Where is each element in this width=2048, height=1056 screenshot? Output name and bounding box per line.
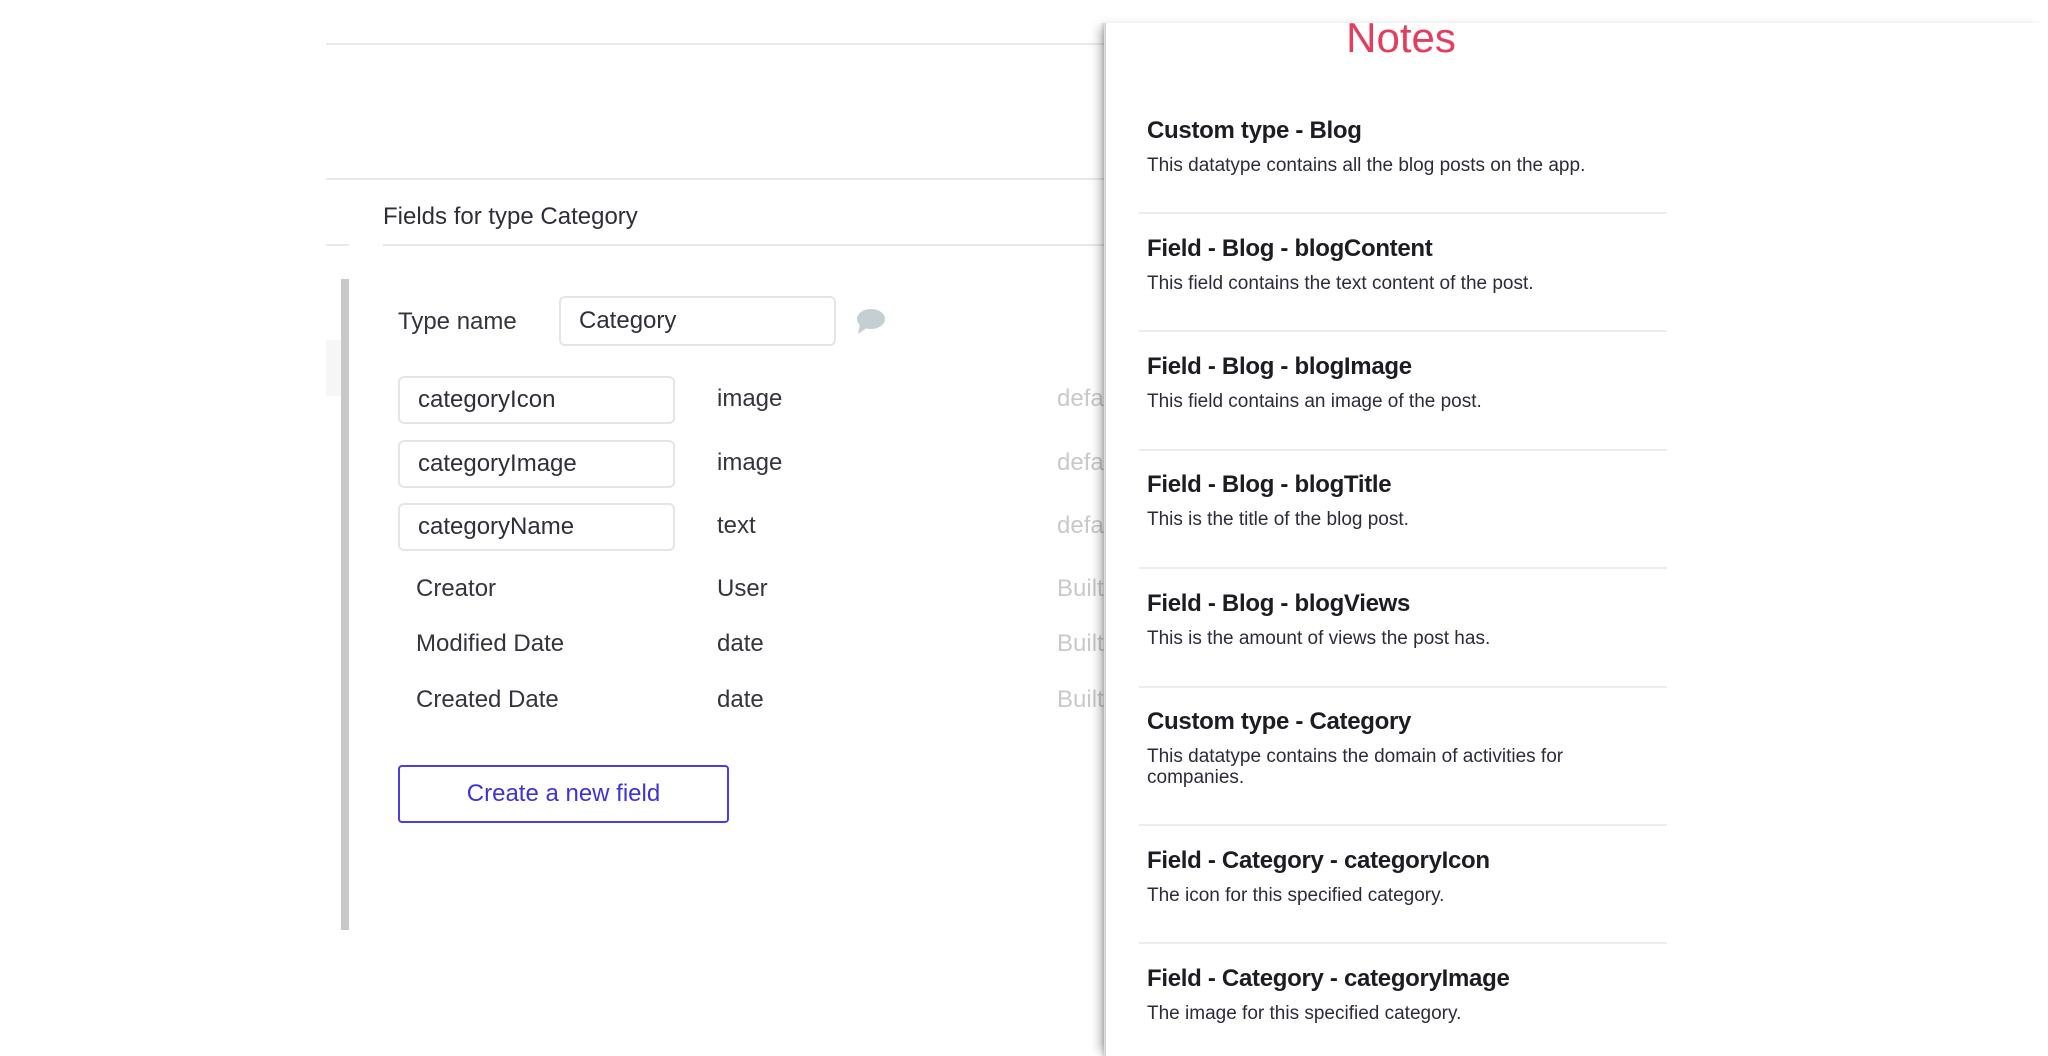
section-title-underline-left xyxy=(326,244,349,246)
section-title-underline xyxy=(383,244,1104,246)
field-name-value: categoryImage xyxy=(418,450,577,477)
field-default: defa xyxy=(1057,385,1104,412)
builtin-field-note: Built xyxy=(1057,686,1104,713)
create-new-field-button[interactable]: Create a new field xyxy=(398,765,729,823)
note-separator xyxy=(1139,942,1667,944)
note-description: This datatype contains the domain of act… xyxy=(1147,746,1564,788)
builtin-field-type: User xyxy=(717,575,768,602)
note-description: This is the title of the blog post. xyxy=(1147,509,1409,530)
note-title: Custom type - Category xyxy=(1147,708,1412,735)
builtin-field-type: date xyxy=(717,630,764,657)
section-divider xyxy=(326,178,1104,180)
top-divider xyxy=(326,43,1104,45)
note-title: Custom type - Blog xyxy=(1147,117,1362,144)
note-title: Field - Category - categoryIcon xyxy=(1147,847,1490,874)
notes-panel-shadow xyxy=(1100,23,1106,1056)
note-description: This field contains the text content of … xyxy=(1147,273,1534,294)
field-type[interactable]: image xyxy=(717,385,782,413)
note-item[interactable]: Field - Blog - blogViews This is the amo… xyxy=(1147,590,1667,649)
field-name-value: categoryName xyxy=(418,513,575,540)
builtin-field-name: Created Date xyxy=(416,686,559,713)
field-default: defa xyxy=(1057,512,1104,539)
note-item[interactable]: Custom type - Category This datatype con… xyxy=(1147,708,1667,788)
field-type[interactable]: image xyxy=(717,449,782,477)
note-description: This is the amount of views the post has… xyxy=(1147,628,1491,649)
note-separator xyxy=(1139,449,1667,451)
note-description: The icon for this specified category. xyxy=(1147,885,1445,906)
field-name-input[interactable]: categoryName xyxy=(398,503,675,551)
builtin-field-note: Built xyxy=(1057,630,1104,657)
note-separator xyxy=(1139,686,1667,688)
builtin-field-note: Built xyxy=(1057,575,1104,602)
note-separator xyxy=(1139,567,1667,569)
note-title: Field - Blog - blogImage xyxy=(1147,353,1412,380)
note-description: This field contains an image of the post… xyxy=(1147,391,1482,412)
left-tab-stub xyxy=(326,340,341,396)
note-title: Field - Blog - blogContent xyxy=(1147,235,1433,262)
note-item[interactable]: Field - Blog - blogContent This field co… xyxy=(1147,235,1667,294)
note-description: This datatype contains all the blog post… xyxy=(1147,155,1586,176)
note-description: The image for this specified category. xyxy=(1147,1003,1462,1024)
type-panel-border xyxy=(341,279,349,930)
field-type[interactable]: text xyxy=(717,512,756,540)
note-separator xyxy=(1139,824,1667,826)
field-name-input[interactable]: categoryIcon xyxy=(398,376,675,424)
note-item[interactable]: Custom type - Blog This datatype contain… xyxy=(1147,117,1667,176)
notes-title: Notes xyxy=(1346,14,1456,61)
note-item[interactable]: Field - Category - categoryImage The ima… xyxy=(1147,965,1667,1024)
note-title: Field - Category - categoryImage xyxy=(1147,965,1510,992)
section-title: Fields for type Category xyxy=(383,203,638,230)
note-title: Field - Blog - blogTitle xyxy=(1147,471,1392,498)
field-name-value: categoryIcon xyxy=(418,386,556,413)
speech-bubble-icon[interactable] xyxy=(854,308,886,336)
type-name-label: Type name xyxy=(398,308,517,335)
note-item[interactable]: Field - Category - categoryIcon The icon… xyxy=(1147,847,1667,906)
field-default: defa xyxy=(1057,449,1104,476)
note-separator xyxy=(1139,212,1667,214)
note-item[interactable]: Field - Blog - blogTitle This is the tit… xyxy=(1147,471,1667,530)
field-name-input[interactable]: categoryImage xyxy=(398,440,675,488)
type-name-value: Category xyxy=(579,307,677,334)
builtin-field-type: date xyxy=(717,686,764,713)
note-item[interactable]: Field - Blog - blogImage This field cont… xyxy=(1147,353,1667,412)
builtin-field-name: Modified Date xyxy=(416,630,565,657)
note-title: Field - Blog - blogViews xyxy=(1147,590,1411,617)
note-separator xyxy=(1139,330,1667,332)
builtin-field-name: Creator xyxy=(416,575,497,602)
type-name-input[interactable]: Category xyxy=(559,296,836,346)
